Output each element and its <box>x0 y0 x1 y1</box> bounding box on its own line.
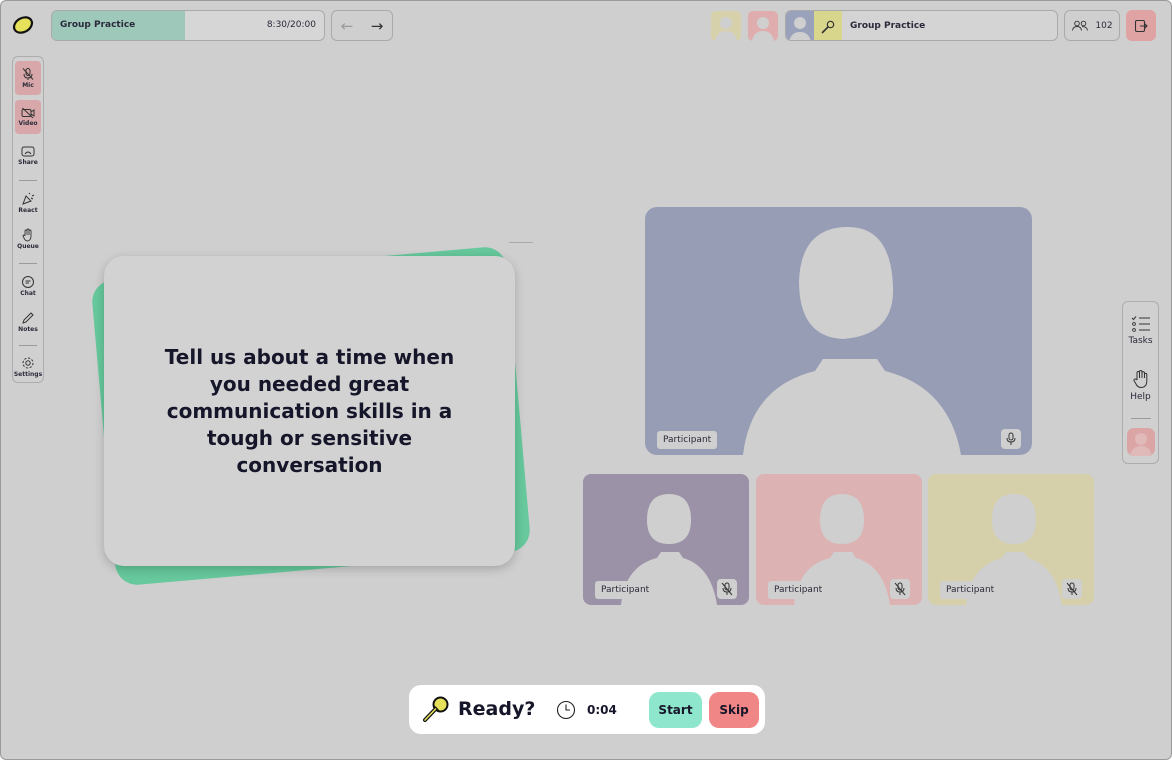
question-prompt: Tell us about a time when you needed gre… <box>164 344 455 477</box>
tile-mic-status <box>890 579 910 599</box>
toolbar-divider <box>19 180 37 181</box>
pencil-icon <box>22 312 34 324</box>
tasks-button[interactable]: Tasks <box>1123 315 1158 346</box>
help-button[interactable]: Help <box>1123 369 1158 402</box>
participants-button[interactable]: 102 <box>1064 10 1120 41</box>
react-button[interactable]: React <box>15 186 41 220</box>
participant-avatar[interactable] <box>748 11 778 41</box>
previous-button[interactable]: ← <box>332 11 362 40</box>
person-silhouette-icon <box>743 226 961 455</box>
toolbar-divider <box>19 345 37 346</box>
participant-avatar[interactable] <box>711 11 741 41</box>
tile-mic-status <box>1062 579 1082 599</box>
mic-off-icon <box>894 582 906 596</box>
share-label: Share <box>18 159 38 166</box>
queue-button[interactable]: Queue <box>15 222 41 256</box>
person-icon <box>1130 433 1152 456</box>
settings-label: Settings <box>13 371 43 378</box>
card-navigation: ← → <box>331 10 393 41</box>
current-speaker[interactable]: Group Practice <box>785 10 1058 41</box>
participant-name: Participant <box>657 431 718 449</box>
gear-icon <box>22 357 34 369</box>
skip-button[interactable]: Skip <box>709 692 759 728</box>
left-toolbar: Mic Video Share React Queue Chat Notes S… <box>12 56 44 383</box>
participant-name: Participant <box>595 581 656 599</box>
ready-prompt: Ready? <box>458 698 536 720</box>
mic-toggle[interactable]: Mic <box>15 61 41 95</box>
queue-label: Queue <box>17 243 39 250</box>
self-avatar[interactable] <box>1127 428 1155 456</box>
mic-off-icon <box>22 68 34 80</box>
person-icon <box>789 17 811 40</box>
mic-off-icon <box>1066 582 1078 596</box>
start-button[interactable]: Start <box>649 692 702 728</box>
question-card[interactable]: Tell us about a time when you needed gre… <box>104 256 515 566</box>
toolbar-divider <box>19 263 37 264</box>
help-label: Help <box>1130 392 1151 402</box>
settings-button[interactable]: Settings <box>13 350 43 384</box>
microphone-icon <box>1006 432 1016 445</box>
mic-off-icon <box>721 582 733 596</box>
clock-icon <box>556 700 576 720</box>
microphone-icon <box>423 696 449 722</box>
share-screen-icon <box>21 146 35 157</box>
react-icon <box>22 192 35 205</box>
react-label: React <box>18 207 38 214</box>
chat-label: Chat <box>20 290 36 297</box>
raise-hand-icon <box>22 228 32 242</box>
turn-controls: Ready? 0:04 Start Skip <box>409 685 765 734</box>
microphone-icon <box>814 11 842 40</box>
video-label: Video <box>18 120 38 127</box>
speaker-name: Group Practice <box>850 21 926 31</box>
video-off-icon <box>21 107 35 119</box>
video-tile[interactable]: Participant <box>928 474 1094 605</box>
card-edge <box>509 242 533 243</box>
leave-button[interactable] <box>1126 10 1156 41</box>
person-icon <box>715 17 737 41</box>
notes-button[interactable]: Notes <box>15 305 41 339</box>
arrow-right-icon: → <box>370 16 384 35</box>
session-title: Group Practice <box>60 20 136 30</box>
toolbar-divider <box>1131 418 1151 419</box>
tile-mic-status <box>717 579 737 599</box>
logo-icon[interactable] <box>12 14 34 36</box>
app-window: Group Practice 8:30/20:00 ← → Group Prac… <box>0 0 1172 760</box>
video-tile[interactable]: Participant <box>756 474 922 605</box>
video-toggle[interactable]: Video <box>15 100 41 134</box>
countdown-timer: 0:04 <box>587 703 617 717</box>
next-button[interactable]: → <box>362 11 392 40</box>
share-button[interactable]: Share <box>15 139 41 173</box>
tile-mic-status <box>1001 429 1021 449</box>
participant-name: Participant <box>768 581 829 599</box>
tasks-icon <box>1131 316 1150 332</box>
hand-icon <box>1132 369 1147 389</box>
session-progress: Group Practice 8:30/20:00 <box>51 10 325 41</box>
tasks-label: Tasks <box>1128 336 1153 346</box>
notes-label: Notes <box>18 326 38 333</box>
people-icon <box>1072 20 1089 31</box>
chat-button[interactable]: Chat <box>15 269 41 303</box>
participants-count: 102 <box>1095 20 1113 31</box>
speaker-avatar <box>786 11 814 40</box>
video-tile-main[interactable]: Participant <box>645 207 1032 455</box>
session-time: 8:30/20:00 <box>266 20 316 30</box>
participant-name: Participant <box>940 581 1001 599</box>
person-icon <box>752 17 774 41</box>
exit-icon <box>1134 19 1148 32</box>
mic-label: Mic <box>22 82 34 89</box>
video-tile[interactable]: Participant <box>583 474 749 605</box>
right-toolbar: Tasks Help <box>1122 301 1159 464</box>
chat-icon <box>22 276 34 288</box>
arrow-left-icon: ← <box>340 16 354 35</box>
